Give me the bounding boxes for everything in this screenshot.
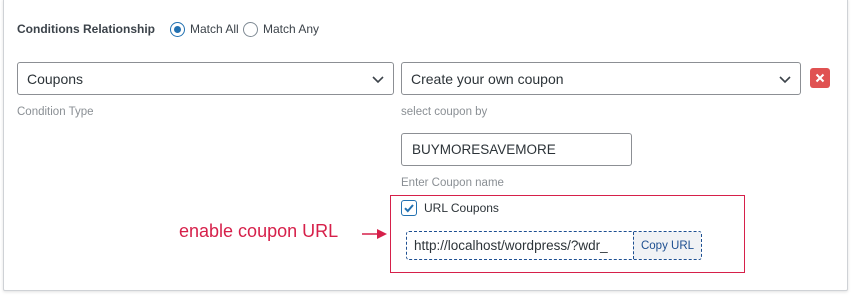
coupon-by-select[interactable]: Create your own coupon [401, 62, 801, 95]
chevron-down-icon [372, 76, 384, 84]
coupon-name-input[interactable] [401, 133, 632, 166]
condition-type-help: Condition Type [17, 106, 94, 118]
url-coupons-checkbox[interactable] [401, 200, 417, 216]
coupon-url-field: Copy URL [406, 231, 702, 260]
coupon-by-help: select coupon by [401, 106, 488, 118]
arrow-right-icon [362, 229, 387, 239]
conditions-relationship-label: Conditions Relationship [17, 22, 155, 36]
remove-condition-button[interactable] [810, 68, 830, 88]
chevron-down-icon [779, 76, 791, 84]
match-any-label: Match Any [263, 22, 320, 36]
match-all-radio[interactable]: Match All [170, 20, 239, 38]
match-all-label: Match All [190, 22, 239, 36]
match-any-radio-control[interactable] [243, 21, 258, 37]
condition-type-value: Coupons [27, 70, 84, 87]
coupon-url-input[interactable] [407, 232, 633, 259]
url-coupons-label: URL Coupons [424, 201, 499, 215]
coupon-by-value: Create your own coupon [411, 70, 564, 87]
copy-url-button[interactable]: Copy URL [633, 232, 701, 259]
match-all-radio-control[interactable] [170, 21, 185, 37]
match-any-radio[interactable]: Match Any [243, 20, 319, 38]
annotation-text: enable coupon URL [179, 221, 339, 241]
condition-type-select[interactable]: Coupons [17, 62, 394, 95]
coupon-name-help: Enter Coupon name [401, 177, 504, 189]
checkmark-icon [404, 204, 414, 213]
close-icon [815, 73, 825, 83]
